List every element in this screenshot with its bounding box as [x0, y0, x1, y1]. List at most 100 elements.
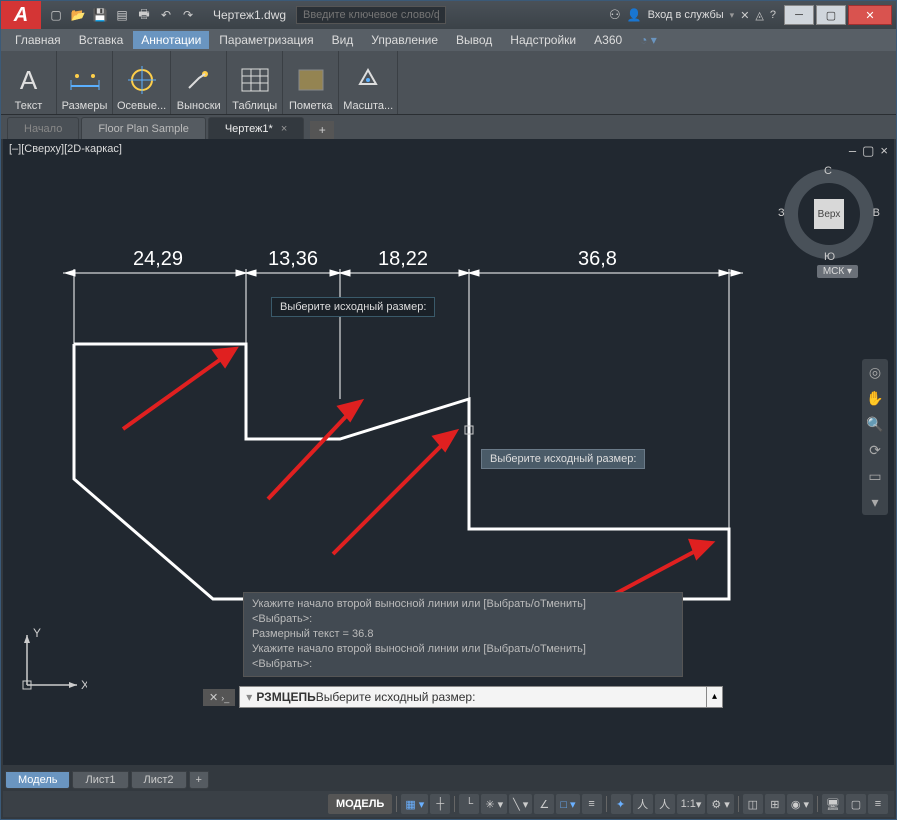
sb-ortho-icon[interactable]: └ [459, 794, 479, 814]
tab-a360[interactable]: A360 [586, 31, 630, 49]
sb-workspace-icon[interactable]: ◫ [743, 794, 763, 814]
exchange-icon[interactable]: ✕ [740, 9, 749, 22]
command-history: Укажите начало второй выносной линии или… [243, 592, 683, 677]
sb-annoscale-icon[interactable]: ✦ [611, 794, 631, 814]
pan-icon[interactable]: ✋ [866, 389, 884, 407]
file-tabs: Начало Floor Plan Sample Чертеж1* × + [1, 115, 896, 139]
close-button[interactable]: ✕ [848, 5, 892, 25]
titlebar: A ▢ 📂 💾 ▤ 🖶 ↶ ↷ Чертеж1.dwg ⚇ 👤 Вход в с… [1, 1, 896, 29]
sb-selection-icon[interactable]: ◉ ▾ [787, 794, 813, 814]
open-icon[interactable]: 📂 [69, 6, 87, 24]
ribbon-text[interactable]: A Текст [1, 51, 57, 114]
sb-scale[interactable]: 1:1 ▾ [677, 794, 706, 814]
viewcube[interactable]: Верх С Ю В З [784, 169, 874, 259]
command-input[interactable]: ▾ РЗМЦЕПЬ Выберите исходный размер: [239, 686, 707, 708]
tab-output[interactable]: Вывод [448, 31, 500, 49]
tab-view[interactable]: Вид [324, 31, 362, 49]
print-icon[interactable]: 🖶 [135, 6, 153, 24]
sb-hardware-icon[interactable]: 🖥 [822, 794, 844, 814]
sb-quickprops-icon[interactable]: ⊞ [765, 794, 785, 814]
ribbon-dimensions[interactable]: Размеры [57, 51, 113, 114]
sb-otrack-icon[interactable]: □ ▾ [556, 794, 579, 814]
a360-icon[interactable]: ◬ [755, 9, 763, 22]
sb-gear-icon[interactable]: ⚙ ▾ [707, 794, 733, 814]
nav-more-icon[interactable]: ▾ [866, 493, 884, 511]
tab-parametric[interactable]: Параметризация [211, 31, 321, 49]
close-tab-icon[interactable]: × [281, 123, 287, 135]
cmdline-close-icon[interactable]: ✕ ›_ [203, 689, 235, 706]
layout-tab-model[interactable]: Модель [5, 771, 70, 789]
ribbon-tables[interactable]: Таблицы [227, 51, 283, 114]
sb-annoauto-icon[interactable]: 人 [655, 794, 675, 814]
zoom-icon[interactable]: 🔍 [866, 415, 884, 433]
drawing-canvas[interactable]: [–][Сверху][2D-каркас] – ▢ × [3, 139, 894, 765]
dimension-icon [69, 64, 101, 96]
sb-modelspace[interactable]: МОДЕЛЬ [328, 794, 392, 814]
tab-insert[interactable]: Вставка [71, 31, 132, 49]
filetab-start[interactable]: Начало [7, 117, 79, 139]
quick-access-toolbar: ▢ 📂 💾 ▤ 🖶 ↶ ↷ [41, 6, 203, 24]
table-icon [239, 64, 271, 96]
dim-text-1: 24,29 [133, 248, 183, 270]
filetab-floorplan[interactable]: Floor Plan Sample [81, 117, 206, 139]
new-tab-button[interactable]: + [310, 121, 334, 139]
layout-tab-sheet1[interactable]: Лист1 [72, 771, 128, 789]
saveas-icon[interactable]: ▤ [113, 6, 131, 24]
signin-link[interactable]: Вход в службы [648, 9, 724, 21]
undo-icon[interactable]: ↶ [157, 6, 175, 24]
leader-icon [183, 64, 215, 96]
new-icon[interactable]: ▢ [47, 6, 65, 24]
sb-snap-icon[interactable]: ┼ [430, 794, 450, 814]
maximize-button[interactable]: ▢ [816, 5, 846, 25]
search-input[interactable] [296, 6, 446, 24]
status-bar: МОДЕЛЬ ▦ ▾ ┼ └ ✳ ▾ ╲ ▾ ∠ □ ▾ ≡ ✦ 人 人 1:1… [3, 791, 894, 817]
sb-lineweight-icon[interactable]: ≡ [582, 794, 602, 814]
tab-overflow[interactable]: ◔ ▾ [632, 31, 665, 49]
navigation-bar: ◎ ✋ 🔍 ⟳ ▭ ▾ [862, 359, 888, 515]
infocenter-icon[interactable]: ⚇ [609, 7, 621, 23]
command-line: ✕ ›_ ▾ РЗМЦЕПЬ Выберите исходный размер:… [203, 685, 723, 709]
ucs-icon: X Y [17, 625, 87, 695]
ribbon-tabs: Главная Вставка Аннотации Параметризация… [1, 29, 896, 51]
tooltip-dim-prompt-1: Выберите исходный размер: [271, 297, 435, 317]
tab-home[interactable]: Главная [7, 31, 69, 49]
cmdline-history-button[interactable]: ▴ [707, 686, 723, 708]
sb-customize-icon[interactable]: ≡ [868, 794, 888, 814]
ucs-dropdown[interactable]: МСК ▾ [817, 265, 858, 278]
orbit-icon[interactable]: ⟳ [866, 441, 884, 459]
ribbon-markup[interactable]: Пометка [283, 51, 339, 114]
tooltip-dim-prompt-2: Выберите исходный размер: [481, 449, 645, 469]
tab-manage[interactable]: Управление [363, 31, 446, 49]
layout-tab-add[interactable]: + [189, 771, 209, 789]
help-icon[interactable]: ? [770, 9, 776, 21]
user-icon[interactable]: 👤 [627, 8, 642, 22]
fullnav-icon[interactable]: ◎ [866, 363, 884, 381]
viewcube-top-face[interactable]: Верх [814, 199, 844, 229]
redo-icon[interactable]: ↷ [179, 6, 197, 24]
markup-icon [295, 64, 327, 96]
text-icon: A [13, 64, 45, 96]
sb-grid-icon[interactable]: ▦ ▾ [401, 794, 428, 814]
sb-iso-icon[interactable]: ╲ ▾ [509, 794, 532, 814]
sb-annovis-icon[interactable]: 人 [633, 794, 653, 814]
sb-polar-icon[interactable]: ✳ ▾ [481, 794, 507, 814]
ribbon-panel: A Текст Размеры Осевые... Выноски Таблиц… [1, 51, 896, 115]
save-icon[interactable]: 💾 [91, 6, 109, 24]
ribbon-scale[interactable]: Масшта... [339, 51, 398, 114]
centerline-icon [126, 64, 158, 96]
layout-tab-sheet2[interactable]: Лист2 [131, 771, 187, 789]
tab-addins[interactable]: Надстройки [502, 31, 584, 49]
tab-annotate[interactable]: Аннотации [133, 31, 209, 49]
app-logo[interactable]: A [1, 1, 41, 29]
sb-cleanscreen-icon[interactable]: ▢ [846, 794, 866, 814]
document-title: Чертеж1.dwg [203, 8, 296, 22]
dim-text-2: 13,36 [268, 248, 318, 270]
showmotion-icon[interactable]: ▭ [866, 467, 884, 485]
ribbon-centerlines[interactable]: Осевые... [113, 51, 171, 114]
layout-tabs: Модель Лист1 Лист2 + [5, 769, 209, 791]
ribbon-leaders[interactable]: Выноски [171, 51, 227, 114]
filetab-drawing1[interactable]: Чертеж1* × [208, 117, 304, 139]
minimize-button[interactable]: ─ [784, 5, 814, 25]
ucs-x-label: X [81, 678, 87, 692]
sb-osnap-icon[interactable]: ∠ [534, 794, 554, 814]
